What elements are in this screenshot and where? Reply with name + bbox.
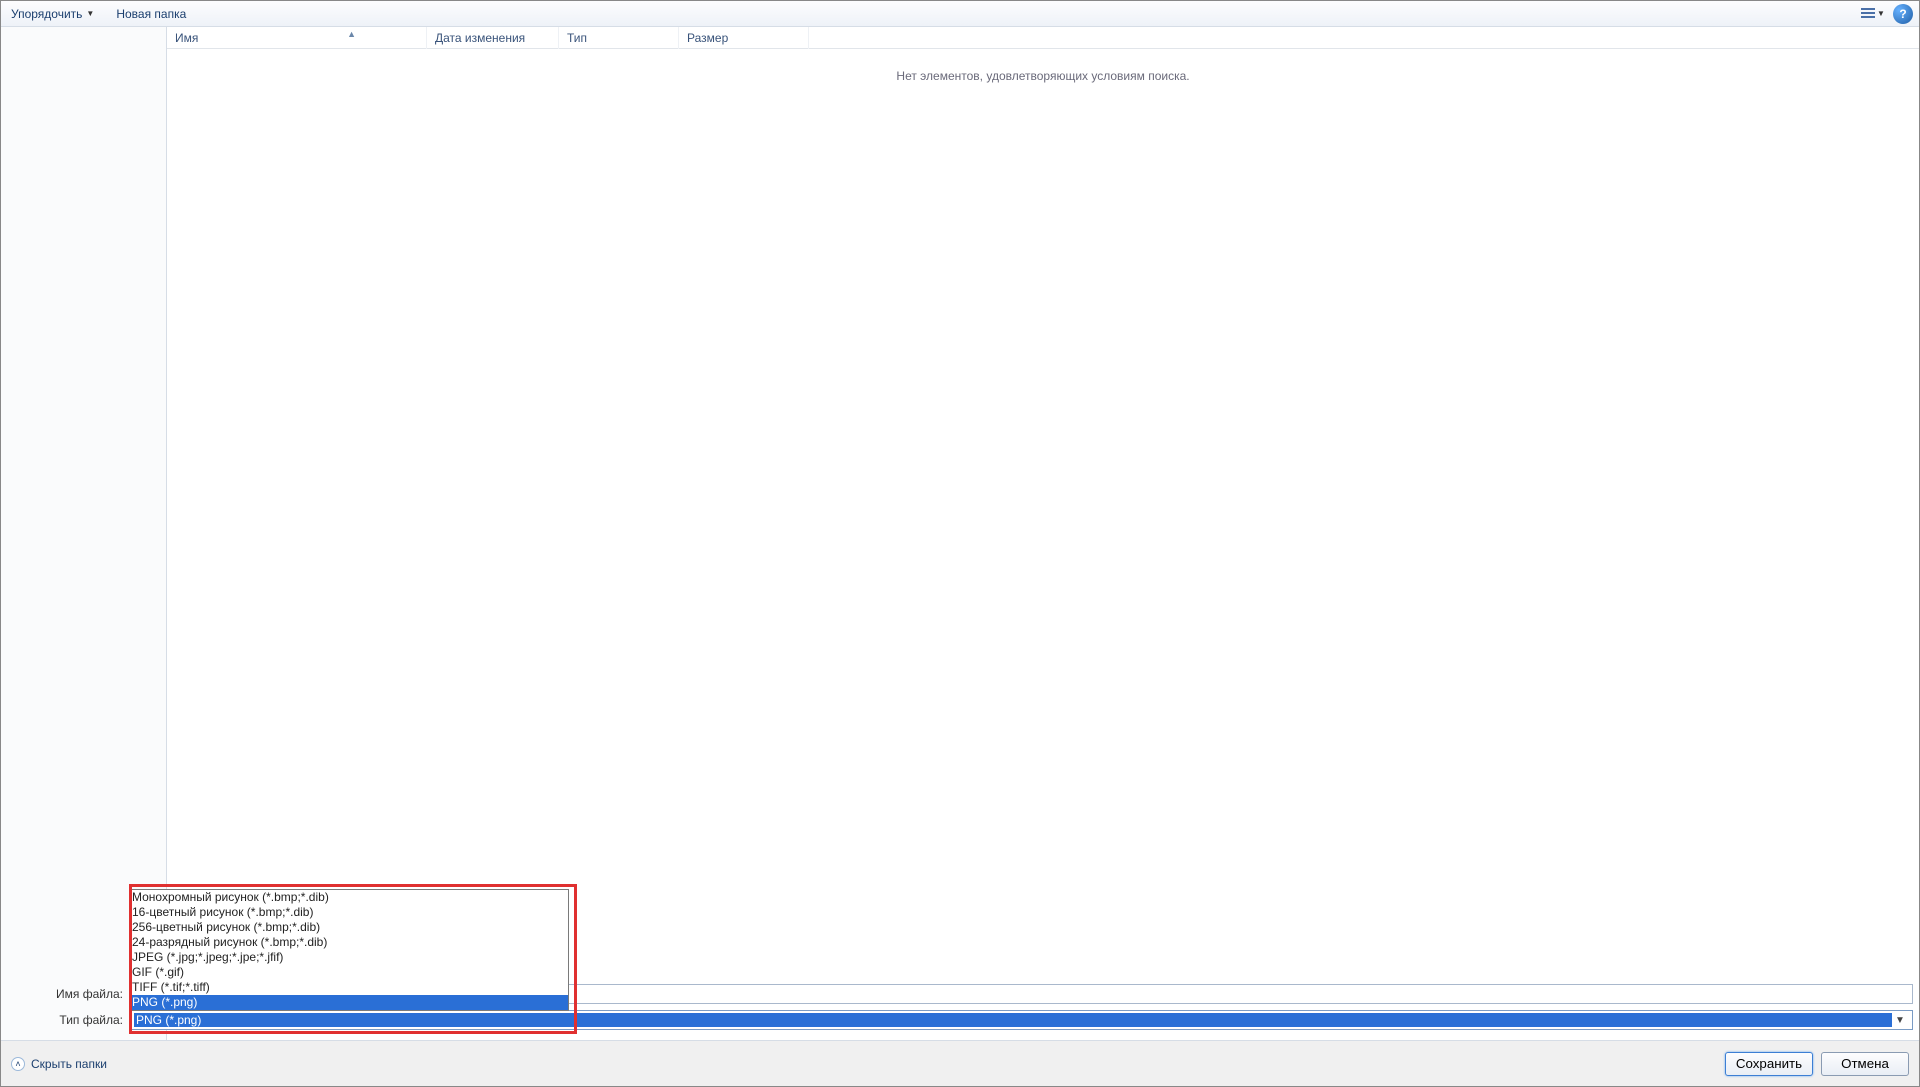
filetype-option[interactable]: JPEG (*.jpg;*.jpeg;*.jpe;*.jfif)	[130, 950, 568, 965]
chevron-down-icon: ▼	[86, 9, 94, 18]
column-headers: Имя ▲ Дата изменения Тип Размер	[167, 27, 1919, 49]
empty-message: Нет элементов, удовлетворяющих условиям …	[896, 69, 1189, 83]
sort-asc-icon: ▲	[347, 23, 356, 45]
hide-folders-label: Скрыть папки	[31, 1057, 107, 1071]
help-button[interactable]: ?	[1893, 4, 1913, 24]
column-type-label: Тип	[567, 31, 587, 45]
toolbar: Упорядочить ▼ Новая папка ▼ ?	[1, 1, 1919, 27]
view-mode-button[interactable]: ▼	[1859, 5, 1887, 23]
filetype-selected-text: PNG (*.png)	[134, 1013, 1892, 1027]
new-folder-label: Новая папка	[116, 7, 186, 21]
chevron-down-icon: ▼	[1877, 9, 1885, 18]
filetype-option-selected[interactable]: PNG (*.png)	[130, 995, 568, 1010]
column-date-label: Дата изменения	[435, 31, 525, 45]
filetype-option[interactable]: 256-цветный рисунок (*.bmp;*.dib)	[130, 920, 568, 935]
chevron-up-icon: ˄	[11, 1057, 25, 1071]
filetype-option[interactable]: 16-цветный рисунок (*.bmp;*.dib)	[130, 905, 568, 920]
chevron-down-icon: ▼	[1892, 1015, 1908, 1026]
organize-label: Упорядочить	[11, 7, 82, 21]
dialog-footer: ˄ Скрыть папки Сохранить Отмена	[1, 1040, 1919, 1086]
column-size[interactable]: Размер	[679, 27, 809, 49]
new-folder-button[interactable]: Новая папка	[112, 5, 190, 23]
bottom-panel: Имя файла: Тип файла: Монохромный рисуно…	[1, 906, 1919, 1086]
column-type[interactable]: Тип	[559, 27, 679, 49]
cancel-button[interactable]: Отмена	[1821, 1052, 1909, 1076]
filename-label: Имя файла:	[1, 987, 129, 1001]
organize-button[interactable]: Упорядочить ▼	[7, 5, 98, 23]
hide-folders-button[interactable]: ˄ Скрыть папки	[11, 1057, 107, 1071]
filetype-option[interactable]: 24-разрядный рисунок (*.bmp;*.dib)	[130, 935, 568, 950]
column-size-label: Размер	[687, 31, 728, 45]
filetype-dropdown[interactable]: PNG (*.png) ▼	[129, 1010, 1913, 1030]
save-dialog: Упорядочить ▼ Новая папка ▼ ? Имя ▲	[0, 0, 1920, 1087]
filetype-option[interactable]: Монохромный рисунок (*.bmp;*.dib)	[130, 890, 568, 905]
save-button[interactable]: Сохранить	[1725, 1052, 1813, 1076]
column-name[interactable]: Имя ▲	[167, 27, 427, 49]
filetype-label: Тип файла:	[1, 1013, 129, 1027]
filetype-option[interactable]: TIFF (*.tif;*.tiff)	[130, 980, 568, 995]
filetype-option[interactable]: GIF (*.gif)	[130, 965, 568, 980]
list-icon	[1861, 8, 1875, 20]
column-name-label: Имя	[175, 31, 198, 45]
column-date[interactable]: Дата изменения	[427, 27, 559, 49]
help-icon: ?	[1899, 7, 1906, 21]
filetype-options-list[interactable]: Монохромный рисунок (*.bmp;*.dib) 16-цве…	[129, 889, 569, 1011]
